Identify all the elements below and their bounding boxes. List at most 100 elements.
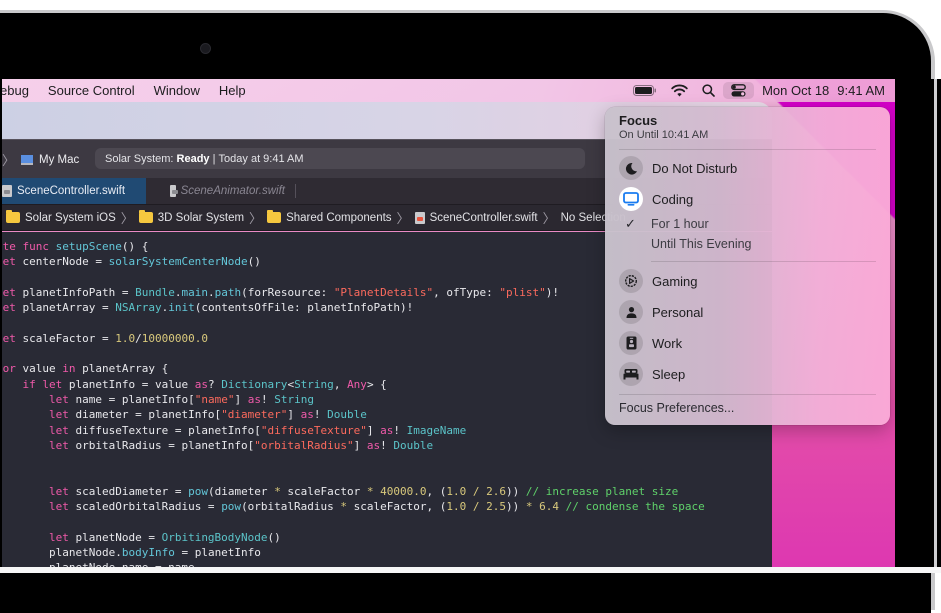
code-token: )) <box>506 500 526 514</box>
code-token: diffuseTexture = planetInfo[ <box>75 423 261 437</box>
moon-icon <box>619 156 643 180</box>
scheme-selector[interactable]: 〉 My Mac <box>2 140 79 179</box>
menubar-time[interactable]: 9:41 AM <box>837 83 885 98</box>
code-line[interactable]: let name = planetInfo["name"] as! String <box>2 392 314 407</box>
chevron-right-icon: 〉 <box>249 211 263 226</box>
code-line[interactable]: let orbitalRadius = planetInfo["orbitalR… <box>2 438 433 453</box>
code-line[interactable]: if let planetInfo = value as? Dictionary… <box>2 377 387 392</box>
chevron-right-icon: 〉 <box>120 211 134 226</box>
focus-status: On Until 10:41 AM <box>619 129 709 141</box>
code-token: let <box>2 255 16 269</box>
jumpbar-item[interactable]: SceneController.swift <box>430 212 538 224</box>
code-token: path <box>214 285 242 299</box>
focus-mode-label: Coding <box>652 191 694 207</box>
code-token: () { <box>121 240 149 253</box>
battery-icon[interactable] <box>633 85 657 96</box>
tab-label: SceneAnimator.swift <box>180 185 285 197</box>
focus-mode-gaming[interactable]: Gaming <box>619 268 698 294</box>
code-token: planetNode = <box>75 530 162 544</box>
code-token: let <box>48 393 76 406</box>
code-token: ! <box>393 423 407 437</box>
page-background <box>0 567 941 573</box>
code-token: ! <box>260 393 275 406</box>
code-token: as <box>194 377 208 391</box>
code-token: if let <box>22 377 69 391</box>
code-token: , ( <box>426 484 447 498</box>
code-token: ] <box>287 408 301 422</box>
camera-icon <box>200 43 211 54</box>
code-token: planetArray = <box>22 301 116 315</box>
control-center-icon[interactable] <box>723 82 755 99</box>
menu-source-control[interactable]: Source Control <box>48 83 135 98</box>
focus-mode-work[interactable]: Work <box>619 330 682 356</box>
code-token: , <box>333 377 348 391</box>
code-token: let <box>48 423 76 437</box>
code-token: 6.4 <box>539 500 559 514</box>
code-line[interactable]: let centerNode = solarSystemCenterNode() <box>2 254 261 269</box>
chevron-right-icon: 〉 <box>2 153 16 168</box>
code-token: > { <box>366 377 387 391</box>
focus-mode-sleep[interactable]: Sleep <box>619 361 685 387</box>
focus-mode-coding[interactable]: Coding <box>619 186 693 212</box>
menu-debug[interactable]: ebug <box>2 83 29 98</box>
code-token: () <box>247 255 261 269</box>
code-token: planetInfo = value <box>68 377 195 391</box>
code-token: Dictionary <box>221 377 288 391</box>
destination-label: My Mac <box>39 153 80 166</box>
code-token: ] <box>234 393 248 406</box>
code-line[interactable]: let scaledDiameter = pow(diameter * scal… <box>2 484 678 499</box>
menu-help[interactable]: Help <box>219 83 246 98</box>
code-line[interactable]: for value in planetArray { <box>2 361 168 376</box>
code-line[interactable]: planetNode.bodyInfo = planetInfo <box>2 545 261 560</box>
code-token: main <box>181 285 208 299</box>
menu-window[interactable]: Window <box>154 83 200 98</box>
code-line[interactable]: let scaleFactor = 1.0/10000000.0 <box>2 331 208 346</box>
folder-icon <box>267 210 282 223</box>
laptop-frame-edge <box>895 79 941 573</box>
code-token: ImageName <box>406 423 467 437</box>
code-token: let <box>2 285 16 299</box>
code-token: scaledOrbitalRadius = <box>75 500 222 514</box>
person-icon <box>619 300 643 324</box>
code-token: * <box>525 500 533 514</box>
code-token: // condense the space <box>559 500 705 514</box>
code-line[interactable]: let planetNode = OrbitingBodyNode() <box>2 530 281 545</box>
jumpbar-item[interactable]: Solar System iOS <box>25 212 116 224</box>
wifi-icon[interactable] <box>671 84 688 97</box>
code-token: / <box>472 484 480 498</box>
code-token: Bundle <box>135 285 175 299</box>
activity-viewer: Solar System: Ready | Today at 9:41 AM <box>95 148 585 169</box>
search-icon[interactable] <box>702 84 715 97</box>
focus-mode-personal[interactable]: Personal <box>619 299 703 325</box>
focus-mode-do-not-disturb[interactable]: Do Not Disturb <box>619 155 737 181</box>
code-token: solarSystemCenterNode <box>108 255 248 269</box>
activity-status: Ready <box>176 152 210 165</box>
code-token: * <box>366 484 374 498</box>
tab-scene-animator[interactable]: SceneAnimator.swift <box>146 184 296 198</box>
duration-option-until-evening[interactable]: Until This Evening <box>651 237 752 251</box>
swift-file-icon <box>170 185 178 197</box>
focus-mode-label: Do Not Disturb <box>652 160 738 176</box>
code-token: )! <box>545 285 559 299</box>
code-line[interactable]: let diffuseTexture = planetInfo["diffuse… <box>2 423 466 438</box>
code-token: as <box>366 438 381 452</box>
jumpbar-item[interactable]: Shared Components <box>286 212 391 224</box>
code-line[interactable]: let planetInfoPath = Bundle.main.path(fo… <box>2 285 559 300</box>
activity-timestamp: Today at 9:41 AM <box>218 152 304 165</box>
code-token: / <box>472 500 480 514</box>
code-token: scaleFactor = <box>22 331 116 345</box>
code-token: ate <box>2 240 16 253</box>
menubar-date[interactable]: Mon Oct 18 <box>762 83 829 98</box>
code-line[interactable]: let planetArray = NSArray.init(contentsO… <box>2 300 413 315</box>
duration-option-1-hour[interactable]: For 1 hour <box>651 217 709 231</box>
code-line[interactable]: let diameter = planetInfo["diameter"] as… <box>2 407 367 422</box>
focus-preferences-item[interactable]: Focus Preferences... <box>619 401 734 415</box>
jumpbar-item[interactable]: 3D Solar System <box>158 212 244 224</box>
folder-icon <box>138 210 153 223</box>
code-line[interactable]: ate func setupScene() { <box>2 239 148 254</box>
tab-scene-controller[interactable]: SceneController.swift <box>2 178 146 204</box>
monitor-icon <box>619 187 643 211</box>
code-token: , ofType: <box>433 285 500 299</box>
code-line[interactable]: let scaledOrbitalRadius = pow(orbitalRad… <box>2 499 705 514</box>
